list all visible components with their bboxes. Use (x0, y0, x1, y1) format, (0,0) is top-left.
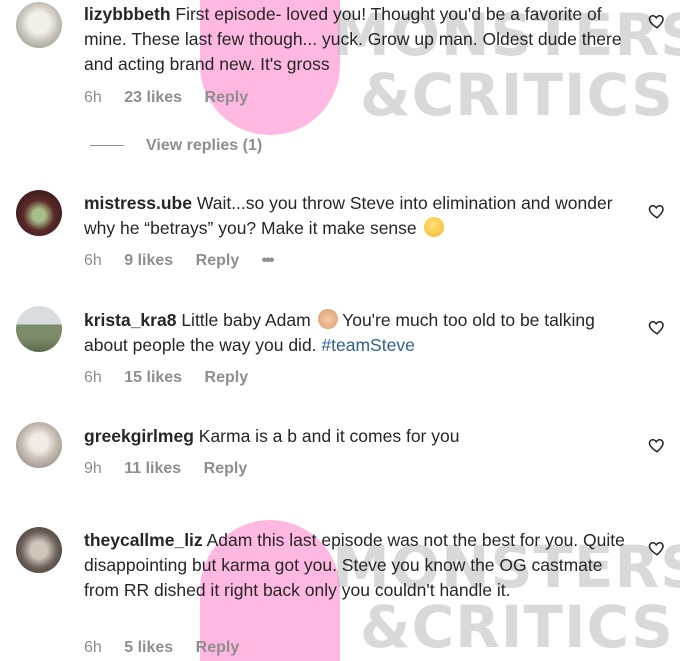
comment-meta: 6h 9 likes Reply ••• (84, 252, 290, 270)
comment-time: 9h (84, 460, 102, 477)
view-replies-label: View replies (1) (146, 137, 263, 154)
comment-text-block: theycallme_liz Adam this last episode wa… (84, 528, 634, 603)
reply-button[interactable]: Reply (196, 639, 240, 656)
comment-time: 6h (84, 639, 102, 656)
comment-username[interactable]: theycallme_liz (84, 530, 203, 550)
comment-likes[interactable]: 23 likes (124, 89, 182, 106)
baby-emoji (317, 309, 338, 329)
avatar[interactable] (16, 190, 62, 236)
more-options-icon[interactable]: ••• (262, 252, 275, 269)
hashtag-link[interactable]: #teamSteve (321, 335, 414, 355)
comment-body: Karma is a b and it comes for you (198, 426, 460, 446)
comment-meta: 9h 11 likes Reply (84, 460, 265, 478)
reply-button[interactable]: Reply (205, 89, 249, 106)
comment-time: 6h (84, 369, 102, 386)
watermark-line2-bottom: &CRITICS (360, 593, 674, 661)
thinking-face-emoji (423, 217, 444, 237)
avatar[interactable] (16, 306, 62, 352)
comment-likes[interactable]: 11 likes (124, 460, 181, 477)
comment-likes[interactable]: 9 likes (124, 252, 173, 269)
comment-likes[interactable]: 5 likes (124, 639, 173, 656)
comment-username[interactable]: greekgirlmeg (84, 426, 194, 446)
comment-likes[interactable]: 15 likes (124, 369, 182, 386)
view-replies-button[interactable]: View replies (1) (90, 137, 262, 155)
comment-meta: 6h 15 likes Reply (84, 369, 266, 387)
comment-username[interactable]: krista_kra8 (84, 310, 176, 330)
comment-username[interactable]: mistress.ube (84, 193, 192, 213)
avatar[interactable] (16, 527, 62, 573)
comment-body-start: Little baby Adam (181, 310, 311, 330)
view-replies-line (90, 145, 124, 147)
heart-outline-icon[interactable] (648, 318, 666, 336)
comment-meta: 6h 23 likes Reply (84, 89, 266, 107)
comment-time: 6h (84, 89, 102, 106)
comment-time: 6h (84, 252, 102, 269)
comment-text-block: krista_kra8 Little baby Adam You're much… (84, 308, 634, 358)
comment-text-block: greekgirlmeg Karma is a b and it comes f… (84, 424, 634, 449)
heart-outline-icon[interactable] (648, 202, 666, 220)
avatar[interactable] (16, 2, 62, 48)
heart-outline-icon[interactable] (648, 12, 666, 30)
comment-text-block: mistress.ube Wait...so you throw Steve i… (84, 191, 634, 241)
reply-button[interactable]: Reply (205, 369, 249, 386)
reply-button[interactable]: Reply (204, 460, 248, 477)
avatar[interactable] (16, 422, 62, 468)
heart-outline-icon[interactable] (648, 539, 666, 557)
comment-username[interactable]: lizybbbeth (84, 4, 171, 24)
comment-text-block: lizybbbeth First episode- loved you! Tho… (84, 2, 634, 77)
comment-meta: 6h 5 likes Reply (84, 639, 257, 657)
heart-outline-icon[interactable] (648, 436, 666, 454)
reply-button[interactable]: Reply (196, 252, 240, 269)
